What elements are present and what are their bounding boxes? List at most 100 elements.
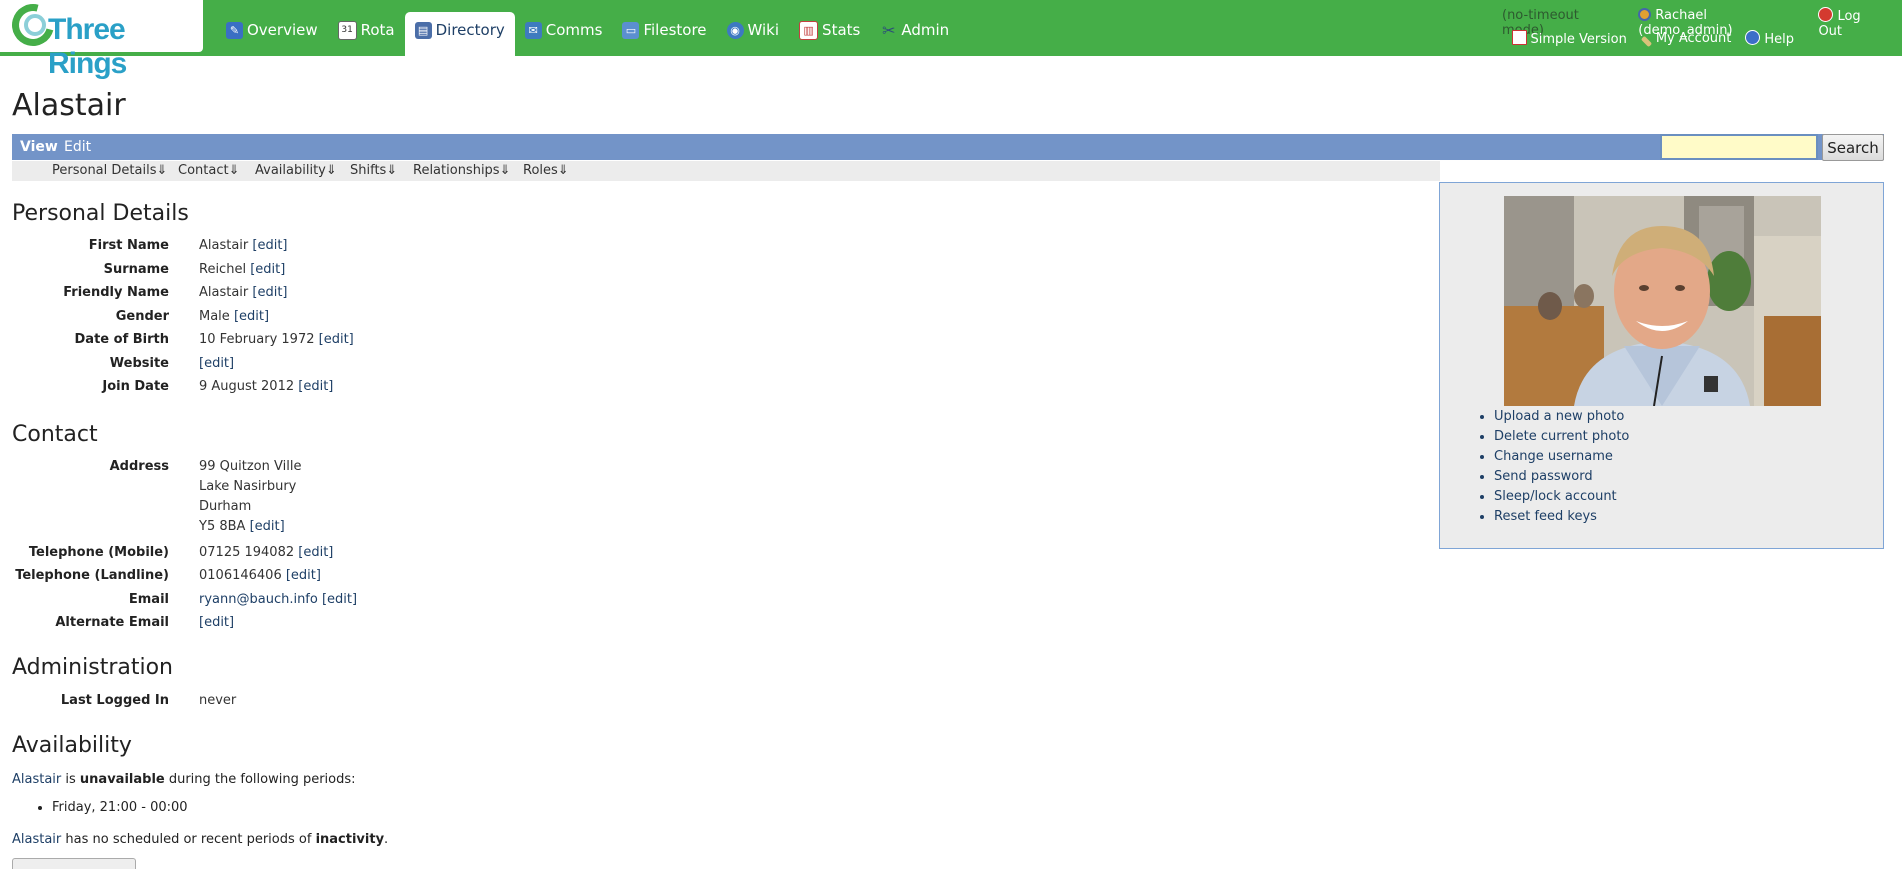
edit-telephone-mobile-link[interactable]: [edit] xyxy=(298,545,333,560)
folder-icon: ▭ xyxy=(622,21,640,39)
nav-label: Directory xyxy=(435,21,505,39)
date-of-birth-label: Date of Birth xyxy=(74,332,169,347)
gender-text: Male xyxy=(199,309,230,324)
logout-link[interactable]: Log Out xyxy=(1818,7,1888,39)
key-icon xyxy=(1640,35,1652,48)
inactivity-text: has no scheduled or recent periods of xyxy=(61,832,316,847)
nav-overview[interactable]: ✎ Overview xyxy=(216,12,328,56)
list-item: Friday, 21:00 - 00:00 xyxy=(52,800,188,815)
alternate-email-label: Alternate Email xyxy=(55,615,169,630)
simple-version-link[interactable]: Simple Version xyxy=(1511,30,1627,47)
email-label: Email xyxy=(128,592,169,607)
nav-label: Stats xyxy=(822,21,861,39)
search-input[interactable] xyxy=(1660,134,1818,160)
stats-icon: ▥ xyxy=(799,20,819,40)
wiki-icon: ◉ xyxy=(726,21,744,39)
edit-address-link[interactable]: [edit] xyxy=(250,519,285,534)
search-button[interactable]: Search xyxy=(1822,134,1884,161)
telephone-mobile-text: 07125 194082 xyxy=(199,545,295,560)
tab-view[interactable]: View xyxy=(20,139,58,155)
telephone-landline-text: 0106146406 xyxy=(199,568,282,583)
address-label: Address xyxy=(109,459,169,474)
edit-date-of-birth-link[interactable]: [edit] xyxy=(319,332,354,347)
alternate-email-value: [edit] xyxy=(199,613,234,633)
my-account-link[interactable]: My Account xyxy=(1640,31,1731,48)
availability-summary: Alastair is unavailable during the follo… xyxy=(12,772,356,787)
nav-label: Comms xyxy=(545,21,603,39)
user-bar: (no-timeout mode) Rachael (demo_admin) L… xyxy=(1502,0,1902,56)
telephone-landline-label: Telephone (Landline) xyxy=(15,568,169,583)
upload-photo-link[interactable]: Upload a new photo xyxy=(1494,407,1629,427)
tools-icon: ✂ xyxy=(882,20,896,40)
overview-icon: ✎ xyxy=(226,21,243,39)
change-username-link[interactable]: Change username xyxy=(1494,447,1629,467)
inactivity-summary: Alastair has no scheduled or recent peri… xyxy=(12,832,388,847)
administration-heading: Administration xyxy=(12,655,173,680)
cut-off-button[interactable] xyxy=(12,858,136,869)
jump-personal-details[interactable]: Personal Details⇓ xyxy=(52,163,167,178)
last-logged-in-value: never xyxy=(199,693,237,708)
personal-details-heading: Personal Details xyxy=(12,201,189,226)
edit-surname-link[interactable]: [edit] xyxy=(250,262,285,277)
simple-version-label: Simple Version xyxy=(1530,32,1627,47)
help-link[interactable]: Help xyxy=(1745,30,1794,47)
edit-alternate-email-link[interactable]: [edit] xyxy=(199,615,234,630)
delete-photo-link[interactable]: Delete current photo xyxy=(1494,427,1629,447)
nav-stats[interactable]: ▥ Stats xyxy=(789,12,870,56)
telephone-mobile-label: Telephone (Mobile) xyxy=(28,545,169,560)
help-label: Help xyxy=(1764,32,1794,47)
photo-panel: Upload a new photo Delete current photo … xyxy=(1439,182,1884,549)
edit-first-name-link[interactable]: [edit] xyxy=(252,238,287,253)
three-rings-logo[interactable]: Three Rings xyxy=(0,0,203,80)
address-line: Lake Nasirbury xyxy=(199,479,297,494)
edit-website-link[interactable]: [edit] xyxy=(199,356,234,371)
email-link[interactable]: ryann@bauch.info xyxy=(199,592,318,607)
jump-contact[interactable]: Contact⇓ xyxy=(178,163,239,178)
member-name-link[interactable]: Alastair xyxy=(12,832,61,847)
nav-wiki[interactable]: ◉ Wiki xyxy=(717,12,790,56)
edit-telephone-landline-link[interactable]: [edit] xyxy=(286,568,321,583)
jump-roles[interactable]: Roles⇓ xyxy=(523,163,569,178)
join-date-text: 9 August 2012 xyxy=(199,379,295,394)
nav-label: Rota xyxy=(360,21,395,39)
tab-edit[interactable]: Edit xyxy=(64,139,91,155)
telephone-mobile-value: 07125 194082 [edit] xyxy=(199,543,333,563)
surname-text: Reichel xyxy=(199,262,247,277)
telephone-landline-value: 0106146406 [edit] xyxy=(199,566,321,586)
edit-join-date-link[interactable]: [edit] xyxy=(298,379,333,394)
website-label: Website xyxy=(109,356,169,371)
jump-availability[interactable]: Availability⇓ xyxy=(255,163,337,178)
join-date-value: 9 August 2012 [edit] xyxy=(199,377,333,397)
help-icon xyxy=(1745,30,1761,45)
page-title: Alastair xyxy=(12,88,126,123)
reset-feed-keys-link[interactable]: Reset feed keys xyxy=(1494,507,1629,527)
nav-filestore[interactable]: ▭ Filestore xyxy=(612,12,716,56)
jump-shifts[interactable]: Shifts⇓ xyxy=(350,163,397,178)
photo-actions-list: Upload a new photo Delete current photo … xyxy=(1470,407,1629,527)
member-name-link[interactable]: Alastair xyxy=(12,772,61,787)
nav-directory[interactable]: ▤ Directory xyxy=(404,12,515,56)
directory-icon: ▤ xyxy=(414,21,432,39)
nav-rota[interactable]: 31 Rota xyxy=(328,12,405,56)
last-logged-in-label: Last Logged In xyxy=(60,693,169,708)
surname-label: Surname xyxy=(103,262,169,277)
contact-heading: Contact xyxy=(12,422,98,447)
send-password-link[interactable]: Send password xyxy=(1494,467,1629,487)
address-value: 99 Quitzon Ville Lake Nasirbury Durham Y… xyxy=(199,457,301,537)
unavailable-text: unavailable xyxy=(79,772,165,787)
nav-admin[interactable]: ✂ Admin xyxy=(870,12,959,56)
jump-relationships[interactable]: Relationships⇓ xyxy=(413,163,510,178)
main-nav: ✎ Overview 31 Rota ▤ Directory ✉ Comms ▭… xyxy=(216,12,959,56)
edit-friendly-name-link[interactable]: [edit] xyxy=(252,285,287,300)
availability-heading: Availability xyxy=(12,733,132,758)
top-bar: Three Rings ✎ Overview 31 Rota ▤ Directo… xyxy=(0,0,1902,80)
date-of-birth-value: 10 February 1972 [edit] xyxy=(199,330,354,350)
nav-comms[interactable]: ✉ Comms xyxy=(515,12,613,56)
period-end: . xyxy=(384,832,389,847)
edit-gender-link[interactable]: [edit] xyxy=(234,309,269,324)
gender-value: Male [edit] xyxy=(199,307,269,327)
email-value: ryann@bauch.info [edit] xyxy=(199,590,357,610)
sleep-lock-account-link[interactable]: Sleep/lock account xyxy=(1494,487,1629,507)
edit-email-link[interactable]: [edit] xyxy=(322,592,357,607)
availability-text: during the following periods: xyxy=(164,772,356,787)
